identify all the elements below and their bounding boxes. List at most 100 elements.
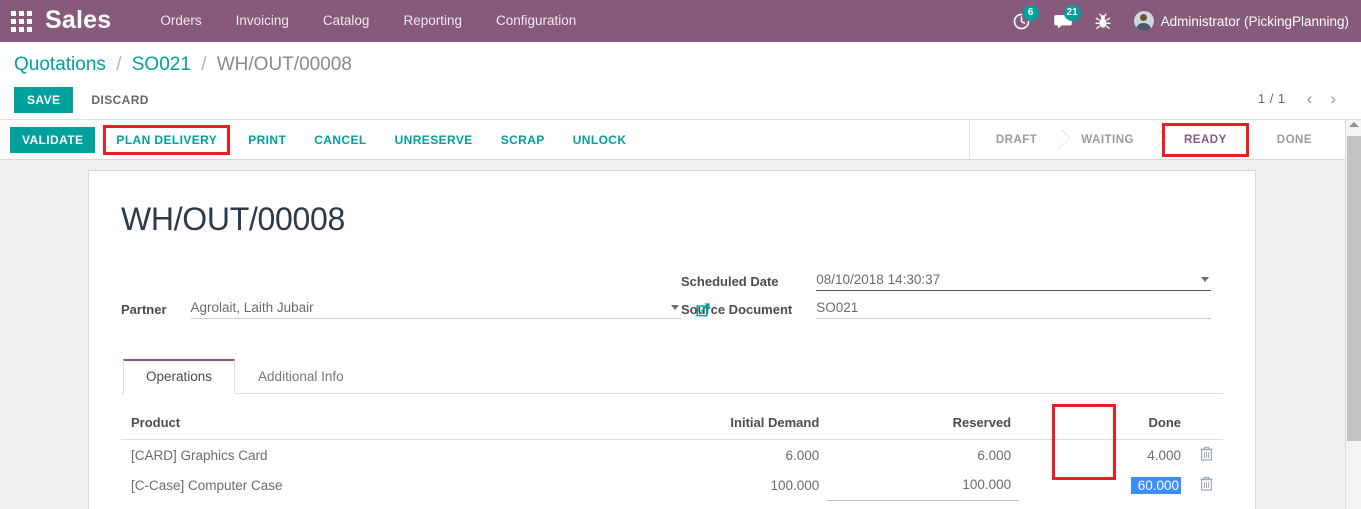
- activity-clock-icon[interactable]: 6: [1001, 4, 1042, 31]
- form-column-right: Scheduled Date 08/10/2018 14:30:37 Sourc…: [681, 272, 1211, 328]
- form-view-content: WH/OUT/00008 Partner Agrolait, Laith Jub…: [0, 160, 1345, 509]
- table-row[interactable]: [C-Case] Computer Case 100.000 100.000 6…: [121, 470, 1223, 501]
- form-fields: Partner Agrolait, Laith Jubair Scheduled…: [121, 272, 1223, 328]
- scheduled-date-field[interactable]: 08/10/2018 14:30:37: [816, 272, 1211, 291]
- print-button[interactable]: PRINT: [238, 127, 296, 153]
- status-steps: DRAFT WAITING READY DONE: [968, 120, 1334, 159]
- column-header-actions: [1189, 411, 1223, 440]
- partner-label: Partner: [121, 302, 167, 317]
- cell-initial-demand[interactable]: 6.000: [557, 440, 827, 471]
- source-document-field[interactable]: SO021: [816, 300, 1211, 319]
- scroll-up-arrow-icon[interactable]: [1349, 122, 1359, 127]
- cell-done[interactable]: 4.000: [1019, 440, 1189, 471]
- scheduled-date-value: 08/10/2018 14:30:37: [816, 272, 941, 287]
- operations-table: Product Initial Demand Reserved Done [CA…: [121, 411, 1223, 509]
- user-name-label: Administrator (PickingPlanning): [1160, 13, 1349, 29]
- avatar: [1133, 11, 1154, 31]
- discard-button[interactable]: DISCARD: [87, 87, 152, 113]
- cell-initial-demand[interactable]: 100.000: [557, 470, 827, 500]
- menu-item-invoicing[interactable]: Invoicing: [219, 0, 306, 42]
- control-panel-buttons: SAVE DISCARD: [14, 87, 153, 113]
- trash-icon[interactable]: [1199, 476, 1213, 494]
- pager-next-icon[interactable]: ›: [1323, 90, 1343, 107]
- table-row[interactable]: [CARD] Graphics Card 6.000 6.000 4.000: [121, 440, 1223, 471]
- page-title: WH/OUT/00008: [121, 201, 346, 237]
- notebook-tabs: Operations Additional Info: [121, 358, 1223, 394]
- navbar-systray: 6 21 Administrator (PickingPlanning): [1001, 4, 1361, 31]
- menu-item-reporting[interactable]: Reporting: [386, 0, 479, 42]
- messages-count-badge: 21: [1063, 4, 1081, 21]
- cell-actions: [1189, 470, 1223, 500]
- unreserve-button[interactable]: UNRESERVE: [385, 127, 483, 153]
- save-button[interactable]: SAVE: [14, 87, 74, 113]
- cell-reserved[interactable]: 6.000: [827, 440, 1019, 471]
- field-group-source-document: Source Document SO021: [681, 300, 1211, 328]
- source-document-value: SO021: [816, 300, 859, 315]
- bug-debug-icon[interactable]: [1084, 13, 1122, 30]
- chevron-down-icon[interactable]: [671, 305, 679, 310]
- breadcrumb-item-so021[interactable]: SO021: [132, 54, 191, 75]
- pager-previous-icon[interactable]: ‹: [1300, 90, 1320, 107]
- status-step-draft-label: DRAFT: [995, 133, 1038, 146]
- status-step-done-label: DONE: [1276, 133, 1312, 146]
- breadcrumb-item-current: WH/OUT/00008: [216, 54, 352, 75]
- column-header-initial-demand[interactable]: Initial Demand: [557, 411, 828, 440]
- pager-count: 1 / 1: [1257, 91, 1286, 106]
- done-input-selected-value[interactable]: 60.000: [1131, 476, 1181, 494]
- vertical-scrollbar[interactable]: [1345, 120, 1361, 509]
- notebook: Operations Additional Info Product Initi…: [121, 358, 1223, 509]
- status-step-waiting[interactable]: WAITING: [1059, 123, 1168, 157]
- table-header-row: Product Initial Demand Reserved Done: [121, 411, 1223, 440]
- breadcrumb-item-quotations[interactable]: Quotations: [14, 54, 106, 75]
- column-header-done[interactable]: Done: [1019, 411, 1189, 440]
- add-item-cell: Add an item: [121, 500, 1223, 509]
- column-header-product[interactable]: Product: [121, 411, 558, 440]
- cancel-button[interactable]: CANCEL: [304, 127, 376, 153]
- pager: 1 / 1 ‹ ›: [1258, 90, 1343, 107]
- breadcrumb-separator-1: /: [116, 54, 122, 75]
- cell-product[interactable]: [CARD] Graphics Card: [121, 440, 557, 471]
- external-link-icon[interactable]: [696, 302, 711, 317]
- status-step-draft[interactable]: DRAFT: [974, 123, 1071, 157]
- menu-item-catalog[interactable]: Catalog: [306, 0, 387, 42]
- trash-icon[interactable]: [1199, 446, 1213, 464]
- cell-done[interactable]: 60.000: [1019, 470, 1189, 500]
- table-header: Product Initial Demand Reserved Done: [121, 411, 1223, 440]
- status-step-waiting-label: WAITING: [1081, 133, 1134, 146]
- scrap-button[interactable]: SCRAP: [491, 127, 555, 153]
- cell-product[interactable]: [C-Case] Computer Case: [121, 470, 557, 500]
- cell-actions: [1189, 440, 1223, 471]
- app-brand-title: Sales: [45, 5, 112, 34]
- status-step-done[interactable]: DONE: [1255, 123, 1334, 157]
- column-header-reserved[interactable]: Reserved: [827, 411, 1020, 440]
- scheduled-date-label: Scheduled Date: [681, 274, 779, 289]
- top-navbar: Sales Orders Invoicing Catalog Reporting…: [0, 0, 1361, 42]
- menu-item-configuration[interactable]: Configuration: [479, 0, 593, 42]
- table-body: [CARD] Graphics Card 6.000 6.000 4.000 […: [121, 440, 1223, 509]
- plan-delivery-button[interactable]: PLAN DELIVERY: [103, 125, 231, 155]
- control-panel: Quotations / SO021 / WH/OUT/00008 SAVE D…: [0, 42, 1361, 120]
- statusbar-actions: VALIDATE PLAN DELIVERY PRINT CANCEL UNRE…: [10, 120, 636, 160]
- status-step-ready[interactable]: READY: [1162, 122, 1249, 157]
- tab-operations[interactable]: Operations: [123, 359, 236, 394]
- validate-button[interactable]: VALIDATE: [10, 127, 96, 153]
- form-sheet: WH/OUT/00008 Partner Agrolait, Laith Jub…: [88, 170, 1256, 509]
- table-row-add-item[interactable]: Add an item: [121, 500, 1223, 509]
- messages-icon[interactable]: 21: [1042, 4, 1084, 31]
- scroll-thumb[interactable]: [1347, 136, 1361, 441]
- field-group-scheduled-date: Scheduled Date 08/10/2018 14:30:37: [681, 272, 1211, 300]
- tab-additional-info[interactable]: Additional Info: [235, 359, 367, 394]
- field-group-partner: Partner Agrolait, Laith Jubair: [121, 272, 710, 328]
- user-menu[interactable]: Administrator (PickingPlanning): [1133, 11, 1349, 31]
- partner-field[interactable]: Agrolait, Laith Jubair: [190, 300, 710, 319]
- status-step-ready-label: READY: [1184, 133, 1227, 146]
- breadcrumb: Quotations / SO021 / WH/OUT/00008: [14, 54, 352, 76]
- cell-reserved[interactable]: 100.000: [827, 470, 1020, 501]
- chevron-down-icon[interactable]: [1201, 277, 1209, 282]
- unlock-button[interactable]: UNLOCK: [563, 127, 637, 153]
- menu-item-orders[interactable]: Orders: [143, 0, 218, 42]
- form-column-left: Partner Agrolait, Laith Jubair: [121, 272, 710, 328]
- apps-grid-icon[interactable]: [9, 9, 33, 33]
- main-menu: Orders Invoicing Catalog Reporting Confi…: [143, 0, 593, 42]
- breadcrumb-separator-2: /: [201, 54, 207, 75]
